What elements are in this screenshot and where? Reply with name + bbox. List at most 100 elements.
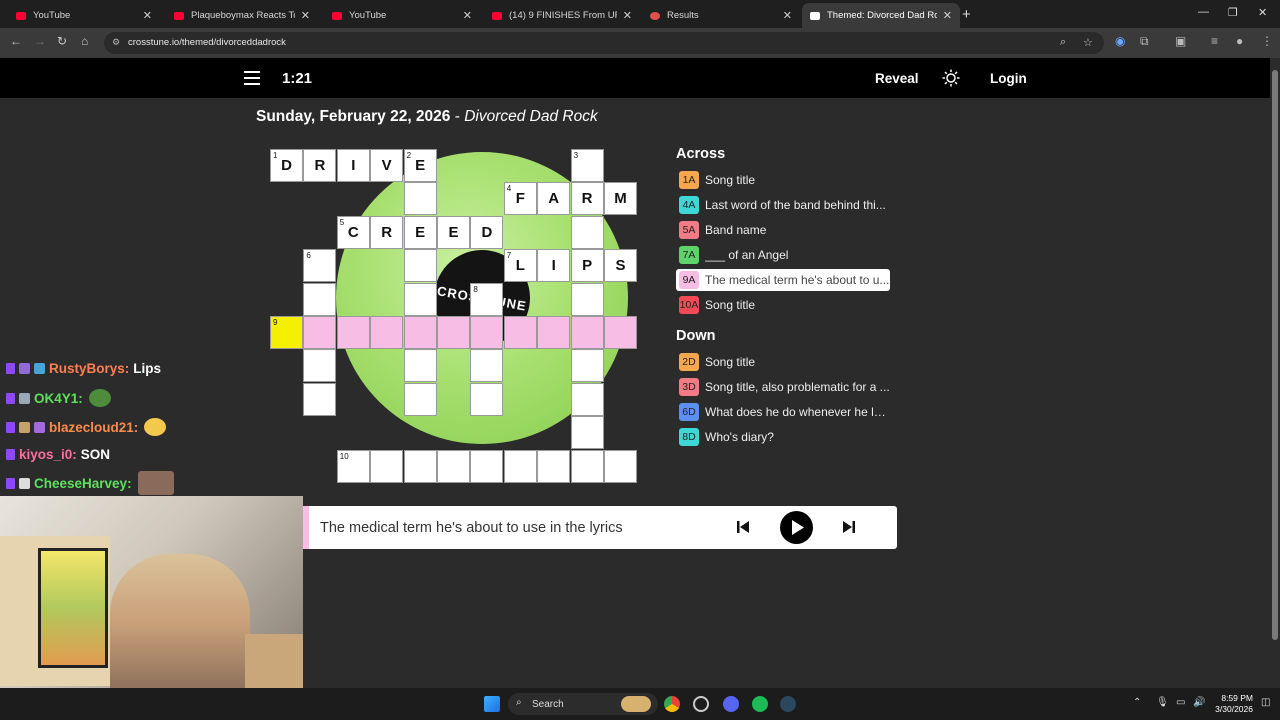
- clue-5a[interactable]: 5A Band name: [676, 219, 890, 241]
- grid-cell[interactable]: I: [537, 249, 571, 283]
- grid-cell[interactable]: [336, 316, 370, 349]
- browser-menu-icon[interactable]: ⋮: [1261, 34, 1273, 48]
- grid-cell[interactable]: [403, 249, 437, 283]
- clue-8d[interactable]: 8D Who's diary?: [676, 426, 890, 448]
- microphone-icon[interactable]: 🎙: [1156, 697, 1169, 708]
- extensions-icon[interactable]: ⧉: [1140, 34, 1149, 49]
- grid-cell[interactable]: A: [537, 182, 571, 216]
- grid-cell[interactable]: M: [604, 182, 637, 216]
- taskbar-clock[interactable]: 8:59 PM 3/30/2026: [1207, 693, 1253, 715]
- grid-cell[interactable]: E: [437, 215, 470, 249]
- grid-cell[interactable]: R: [303, 149, 337, 182]
- notification-icon[interactable]: ◫: [1261, 697, 1270, 708]
- profile-avatar[interactable]: ●: [1236, 34, 1243, 48]
- discord-icon[interactable]: [723, 696, 739, 712]
- grid-cell[interactable]: 10: [336, 449, 370, 483]
- forward-icon[interactable]: →: [34, 34, 46, 48]
- clue-4a[interactable]: 4A Last word of the band behind thi...: [676, 194, 890, 216]
- restore-icon[interactable]: ❐: [1228, 6, 1238, 19]
- volume-icon[interactable]: 🔊: [1193, 697, 1205, 708]
- grid-cell[interactable]: 1D: [270, 149, 303, 182]
- clue-1a[interactable]: 1A Song title: [676, 169, 890, 191]
- close-tab-icon[interactable]: ✕: [623, 9, 632, 22]
- grid-cell[interactable]: 6: [303, 249, 337, 283]
- play-button[interactable]: [780, 511, 813, 544]
- grid-cell[interactable]: [437, 316, 470, 349]
- grid-cell[interactable]: [470, 349, 504, 383]
- browser-tab[interactable]: YouTube ✕: [8, 3, 160, 28]
- grid-cell[interactable]: [604, 316, 637, 349]
- grid-cell[interactable]: [370, 316, 404, 349]
- home-icon[interactable]: ⌂: [81, 34, 88, 48]
- clue-7a[interactable]: 7A ___ of an Angel: [676, 244, 890, 266]
- grid-cell[interactable]: [604, 449, 637, 483]
- grid-cell[interactable]: [303, 349, 337, 383]
- browser-tab[interactable]: Plaqueboymax Reacts To YEAT ✕: [166, 3, 318, 28]
- grid-cell[interactable]: [570, 316, 604, 349]
- grid-cell[interactable]: [403, 182, 437, 216]
- network-icon[interactable]: ▭: [1176, 697, 1185, 708]
- grid-cell[interactable]: [403, 449, 437, 483]
- page-scrollbar[interactable]: [1270, 58, 1280, 688]
- clue-6d[interactable]: 6D What does he do whenever he lo...: [676, 401, 890, 423]
- close-tab-icon[interactable]: ✕: [463, 9, 472, 22]
- next-clue-icon[interactable]: [841, 519, 857, 535]
- clue-3d[interactable]: 3D Song title, also problematic for a ...: [676, 376, 890, 398]
- grid-cell[interactable]: [470, 316, 504, 349]
- grid-cell[interactable]: 4F: [503, 182, 537, 216]
- browser-tab[interactable]: Results ✕: [642, 3, 800, 28]
- spotify-icon[interactable]: [752, 696, 768, 712]
- grid-cell[interactable]: [503, 316, 537, 349]
- tray-overflow-icon[interactable]: ⌃: [1133, 697, 1141, 708]
- reload-icon[interactable]: ↻: [57, 34, 67, 48]
- grid-cell[interactable]: 2E: [403, 149, 437, 182]
- back-icon[interactable]: ←: [10, 34, 22, 48]
- grid-cell[interactable]: [437, 449, 470, 483]
- grid-cell[interactable]: [303, 316, 337, 349]
- grid-cell[interactable]: [570, 449, 604, 483]
- widget-icon[interactable]: [621, 696, 651, 712]
- clue-10a[interactable]: 10A Song title: [676, 294, 890, 316]
- sidepanel-icon[interactable]: ▣: [1175, 34, 1186, 48]
- reveal-button[interactable]: Reveal: [875, 71, 919, 86]
- new-tab-icon[interactable]: +: [962, 6, 971, 23]
- hamburger-menu-icon[interactable]: [244, 71, 260, 85]
- grid-cell[interactable]: [570, 382, 604, 416]
- grid-cell[interactable]: [570, 215, 604, 249]
- theme-toggle-sun-icon[interactable]: [942, 69, 960, 87]
- browser-tab[interactable]: YouTube ✕: [324, 3, 480, 28]
- grid-cell[interactable]: [470, 382, 504, 416]
- grid-cell[interactable]: 3: [570, 149, 604, 182]
- login-button[interactable]: Login: [990, 71, 1027, 86]
- grid-cell[interactable]: [570, 349, 604, 383]
- grid-cell[interactable]: V: [370, 149, 404, 182]
- chrome-icon[interactable]: [664, 696, 680, 712]
- grid-cell[interactable]: R: [570, 182, 604, 216]
- grid-cell-selected[interactable]: 9: [270, 316, 303, 349]
- site-info-icon[interactable]: ⚙: [112, 37, 120, 48]
- grid-cell[interactable]: I: [336, 149, 370, 182]
- grid-cell[interactable]: [303, 382, 337, 416]
- clue-2d[interactable]: 2D Song title: [676, 351, 890, 373]
- grid-cell[interactable]: [403, 382, 437, 416]
- scrollbar-thumb[interactable]: [1272, 70, 1278, 640]
- minimize-icon[interactable]: —: [1198, 6, 1209, 18]
- audio-icon[interactable]: ◉: [1115, 34, 1125, 48]
- bookmark-star-icon[interactable]: ☆: [1083, 36, 1093, 49]
- close-window-icon[interactable]: ✕: [1258, 6, 1267, 19]
- browser-tab[interactable]: (14) 9 FINISHES From UFC Seat ✕: [484, 3, 640, 28]
- grid-cell[interactable]: 5C: [336, 215, 370, 249]
- grid-cell[interactable]: [537, 316, 571, 349]
- close-tab-icon[interactable]: ✕: [301, 9, 310, 22]
- grid-cell[interactable]: [570, 282, 604, 316]
- app-icon[interactable]: [693, 696, 709, 712]
- grid-cell[interactable]: [570, 416, 604, 450]
- grid-cell[interactable]: E: [403, 215, 437, 249]
- close-tab-icon[interactable]: ✕: [943, 9, 952, 22]
- close-tab-icon[interactable]: ✕: [783, 9, 792, 22]
- media-icon[interactable]: ≡: [1211, 34, 1218, 48]
- windows-start-icon[interactable]: [484, 696, 500, 712]
- grid-cell[interactable]: [403, 349, 437, 383]
- grid-cell[interactable]: S: [604, 249, 637, 283]
- grid-cell[interactable]: [537, 449, 571, 483]
